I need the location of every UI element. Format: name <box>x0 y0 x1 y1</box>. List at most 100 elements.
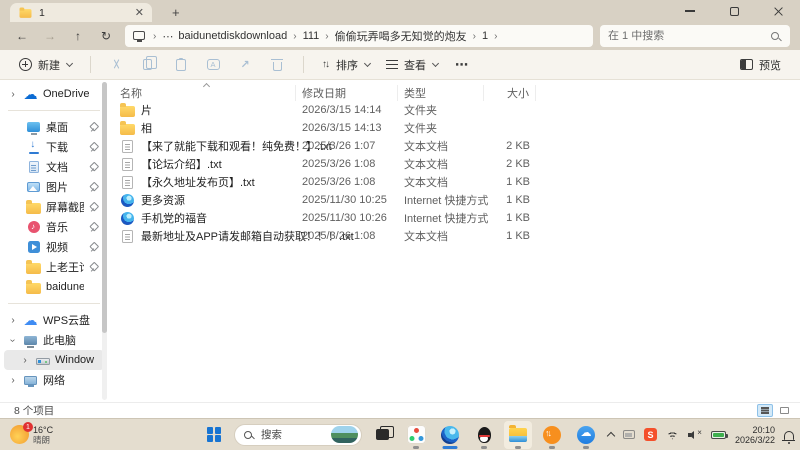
taskbar-app-cloud[interactable] <box>572 421 600 449</box>
file-type: 文本文档 <box>404 231 448 243</box>
sidebar-item[interactable]: 音乐 <box>0 217 108 237</box>
explorer-tab[interactable]: 1 ✕ <box>10 3 152 22</box>
taskbar-app-edge[interactable] <box>436 421 464 449</box>
sidebar-item-icon <box>28 161 39 173</box>
taskbar-app-qq[interactable] <box>470 421 498 449</box>
sidebar-item[interactable]: 屏幕截图 <box>0 197 108 217</box>
table-row[interactable]: 最新地址及APP请发邮箱自动获取！！！.txt 2025/3/26 1:08 文… <box>116 227 792 245</box>
table-row[interactable]: 【论坛介绍】.txt 2025/3/26 1:08 文本文档 2 KB <box>116 155 792 173</box>
table-row[interactable]: 手机党的福音 2025/11/30 10:26 Internet 快捷方式 1 … <box>116 209 792 227</box>
file-size: 1 KB <box>506 194 530 206</box>
volume-muted-icon[interactable] <box>687 430 702 440</box>
preview-button[interactable]: 预览 <box>735 53 786 77</box>
tab-strip: 1 ✕ + <box>0 0 800 22</box>
sidebar-item-onedrive[interactable]: OneDrive <box>0 84 108 104</box>
paste-button[interactable] <box>168 53 194 77</box>
table-row[interactable]: 【来了就能下载和观看！纯免费！】.txt 2025/3/26 1:07 文本文档… <box>116 137 792 155</box>
tab-close-icon[interactable]: ✕ <box>135 7 144 18</box>
weather-widget[interactable]: 1 16°C 晴朗 <box>6 419 57 450</box>
sogou-input-icon[interactable] <box>643 428 657 441</box>
more-button[interactable]: ⋯ <box>449 53 475 77</box>
task-view-icon <box>375 425 394 440</box>
breadcrumb-item[interactable]: 偷偷玩弄喝多无知觉的炮友 <box>333 28 469 44</box>
maximize-button[interactable] <box>712 0 756 22</box>
column-header-type[interactable]: 类型 <box>398 84 484 101</box>
new-tab-button[interactable]: + <box>166 3 186 22</box>
sidebar-item[interactable]: baidunetdiskdownload <box>0 277 108 297</box>
sidebar-item[interactable]: 此电脑 <box>0 330 108 350</box>
table-row[interactable]: 相 2026/3/15 14:13 文件夹 <box>116 119 792 137</box>
rename-button[interactable] <box>200 53 226 77</box>
sidebar-item-label: 桌面 <box>46 122 68 134</box>
forward-button[interactable]: → <box>38 25 62 47</box>
back-button[interactable]: ← <box>10 25 34 47</box>
table-row[interactable]: 片 2026/3/15 14:14 文件夹 <box>116 101 792 119</box>
sidebar-item[interactable]: 桌面 <box>0 117 108 137</box>
pin-icon <box>89 203 98 212</box>
new-button-label: 新建 <box>38 59 60 72</box>
sidebar-item[interactable]: 视频 <box>0 237 108 257</box>
column-header-name[interactable]: 名称 <box>116 82 296 101</box>
up-button[interactable]: ↑ <box>66 25 90 47</box>
copy-button[interactable] <box>136 53 162 77</box>
sidebar-item-label: baidunetdiskdownload <box>46 281 84 293</box>
pin-icon <box>89 183 98 192</box>
expand-chevron-icon[interactable] <box>8 375 18 386</box>
breadcrumb-overflow[interactable]: ⋯ <box>162 30 174 43</box>
breadcrumb-item[interactable]: 1 <box>480 30 490 42</box>
refresh-button[interactable]: ↻ <box>94 25 118 47</box>
sidebar-item-label: 下载 <box>46 142 68 154</box>
weather-sun-icon: 1 <box>10 422 33 444</box>
sidebar-item[interactable]: 文档 <box>0 157 108 177</box>
chevron-down-icon <box>65 59 74 67</box>
sidebar-item[interactable]: 图片 <box>0 177 108 197</box>
close-button[interactable] <box>756 0 800 22</box>
sidebar-item[interactable]: WPS云盘 <box>0 310 108 330</box>
details-view-button[interactable] <box>757 404 773 417</box>
wifi-icon[interactable] <box>665 429 679 440</box>
chevron-right-icon: › <box>293 30 297 42</box>
thumbnail-icon <box>779 407 789 414</box>
hardware-tray-icon[interactable] <box>622 430 635 439</box>
taskbar-search[interactable]: 搜索 <box>234 423 362 446</box>
expand-chevron-icon[interactable] <box>8 335 18 346</box>
taskbar-clock[interactable]: 20:10 2026/3/22 <box>735 425 775 445</box>
file-size: 2 KB <box>506 140 530 152</box>
sidebar-item[interactable]: Windows-SSD <box>4 350 104 370</box>
file-type-icon <box>122 175 133 189</box>
battery-icon[interactable] <box>710 430 728 439</box>
breadcrumb[interactable]: › ⋯ baidunetdiskdownload › 111 › 偷偷玩弄喝多无… <box>125 25 593 47</box>
expand-chevron-icon[interactable] <box>8 315 18 326</box>
breadcrumb-item[interactable]: baidunetdiskdownload <box>176 30 289 42</box>
cut-button[interactable] <box>104 53 130 77</box>
share-button[interactable] <box>232 53 258 77</box>
screen: 1 ✕ + ← → ↑ ↻ › ⋯ baidunetdiskdownload ›… <box>0 0 800 450</box>
sidebar-item[interactable]: 上老王论坛当 <box>0 257 108 277</box>
sidebar-item[interactable]: 下载 <box>0 137 108 157</box>
column-header-date[interactable]: 修改日期 <box>296 84 398 101</box>
search-input[interactable] <box>608 30 771 42</box>
large-icons-view-button[interactable] <box>776 404 792 417</box>
taskbar-app-downloader[interactable] <box>538 421 566 449</box>
notification-bell-icon[interactable] <box>782 430 796 444</box>
delete-button[interactable] <box>264 53 290 77</box>
sort-button[interactable]: ↑↓ 排序 <box>317 53 375 77</box>
start-button[interactable] <box>200 421 228 449</box>
explorer-search-box[interactable] <box>600 25 790 47</box>
quick-access-list: 桌面 下载 文档 图片 <box>0 117 108 297</box>
column-header-size[interactable]: 大小 <box>484 84 536 101</box>
taskbar-app-explorer[interactable] <box>504 420 532 449</box>
table-row[interactable]: 更多资源 2025/11/30 10:25 Internet 快捷方式 1 KB <box>116 191 792 209</box>
breadcrumb-item[interactable]: 111 <box>301 30 322 42</box>
taskbar-app-tricolor[interactable] <box>402 421 430 449</box>
minimize-button[interactable] <box>668 0 712 22</box>
sidebar-item[interactable]: 网络 <box>0 370 108 390</box>
copy-icon <box>143 56 158 70</box>
table-row[interactable]: 【永久地址发布页】.txt 2025/3/26 1:08 文本文档 1 KB <box>116 173 792 191</box>
sidebar-scrollbar-thumb[interactable] <box>102 82 107 334</box>
tray-expand-chevron-icon[interactable] <box>606 431 616 441</box>
view-button[interactable]: 查看 <box>381 53 443 77</box>
expand-chevron-icon[interactable] <box>20 355 30 366</box>
task-view-button[interactable] <box>368 421 396 449</box>
new-button[interactable]: 新建 <box>14 53 77 77</box>
